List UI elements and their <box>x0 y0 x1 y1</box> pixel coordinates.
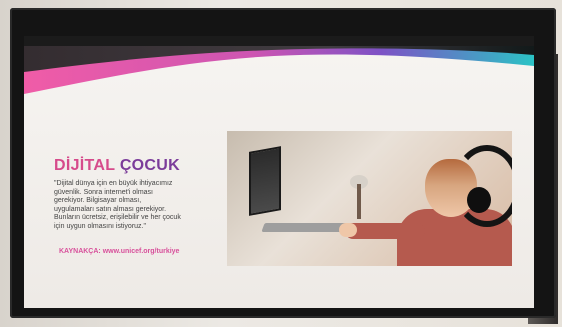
headphone-earcup <box>467 187 491 213</box>
slide-photo <box>227 131 512 266</box>
source-text: KAYNAKÇA: www.unicef.org/turkiye <box>59 248 180 255</box>
child-hand <box>339 223 357 237</box>
headphones-icon <box>453 145 512 227</box>
title-part-2: ÇOCUK <box>119 157 180 174</box>
slide-screen: DİJİTAL ÇOCUK "Dijital dünya için en büy… <box>24 46 534 308</box>
slide-quote: "Dijital dünya için en büyük ihtiyacımız… <box>54 180 181 230</box>
slide-title: DİJİTAL ÇOCUK <box>54 158 180 174</box>
lamp-stem <box>357 184 361 219</box>
child-arm <box>345 223 425 239</box>
title-part-1: DİJİTAL <box>54 157 116 174</box>
laptop-screen <box>249 146 281 216</box>
decorative-swoosh <box>24 46 534 94</box>
monitor: DİJİTAL ÇOCUK "Dijital dünya için en büy… <box>10 8 556 318</box>
